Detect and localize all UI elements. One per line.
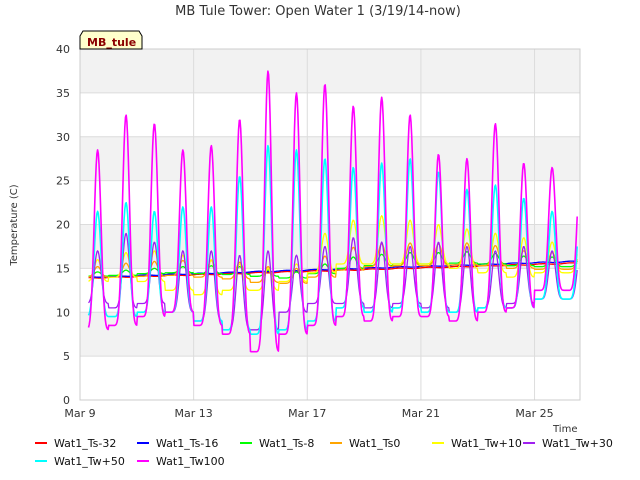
- chart: MB Tule Tower: Open Water 1 (3/19/14-now…: [9, 4, 613, 468]
- legend: Wat1_Ts-32 Wat1_Ts-16 Wat1_Ts-8 Wat1_Ts0 Wat…: [35, 437, 613, 468]
- y-tick-label: 20: [56, 219, 70, 232]
- x-axis-label: Time: [552, 424, 577, 435]
- x-tick-label: Mar 13: [175, 407, 213, 420]
- y-tick-label: 10: [56, 306, 70, 319]
- x-tick-label: Mar 21: [402, 407, 440, 420]
- x-tick-label: Mar 17: [288, 407, 326, 420]
- legend-entry: Wat1_Ts-8: [259, 437, 314, 450]
- x-tick-label: Mar 9: [64, 407, 95, 420]
- legend-entry: Wat1_Tw+30: [542, 437, 613, 450]
- x-tick-label: Mar 25: [515, 407, 553, 420]
- legend-entry: Wat1_Ts-32: [54, 437, 116, 450]
- legend-entry: Wat1_Tw+10: [451, 437, 522, 450]
- legend-entry: Wat1_Ts0: [349, 437, 400, 450]
- site-badge-label: MB_tule: [87, 36, 136, 49]
- y-tick-label: 30: [56, 131, 70, 144]
- plot-band: [80, 49, 580, 93]
- legend-entry: Wat1_Tw100: [156, 455, 225, 468]
- y-tick-label: 25: [56, 175, 70, 188]
- y-tick-label: 15: [56, 262, 70, 275]
- site-badge: MB_tule: [79, 30, 143, 50]
- y-axis-label: Temperature (C): [9, 184, 20, 266]
- plot-band: [80, 136, 580, 181]
- y-tick-label: 5: [63, 350, 70, 363]
- y-tick-label: 35: [56, 87, 70, 100]
- y-tick-label: 40: [56, 43, 70, 56]
- plot-band: [80, 312, 580, 357]
- chart-title: MB Tule Tower: Open Water 1 (3/19/14-now…: [175, 4, 461, 19]
- y-tick-label: 0: [63, 394, 70, 407]
- legend-entry: Wat1_Ts-16: [156, 437, 218, 450]
- legend-entry: Wat1_Tw+50: [54, 455, 125, 468]
